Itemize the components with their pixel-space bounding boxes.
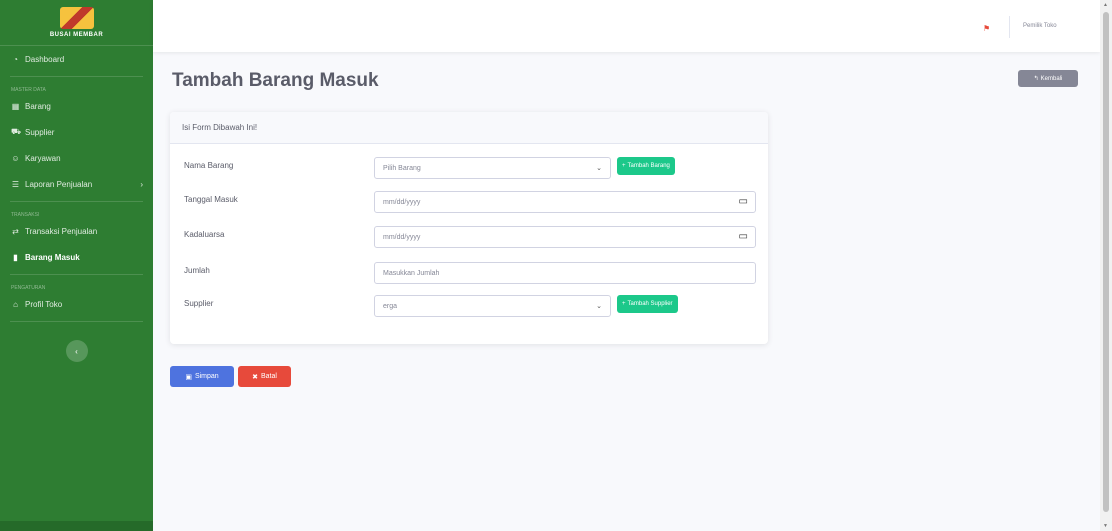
- sidebar: BUSAI MEMBAR ◔ Dashboard MASTER DATA ▦ B…: [0, 0, 153, 531]
- kadaluarsa-input[interactable]: mm/dd/yyyy ▭: [374, 226, 756, 248]
- sidebar-divider: [10, 321, 143, 322]
- supplier-value: erga: [383, 302, 398, 310]
- scrollbar-thumb[interactable]: [1103, 12, 1109, 512]
- sidebar-item-label: Supplier: [25, 127, 55, 137]
- scroll-down-icon[interactable]: ▼: [1103, 523, 1108, 529]
- form-card: Isi Form Dibawah Ini! Nama Barang Pilih …: [170, 112, 768, 344]
- exchange-icon: ⇄: [12, 226, 19, 236]
- user-name[interactable]: Pemilik Toko: [1023, 23, 1057, 29]
- sidebar-item-label: Karyawan: [25, 153, 61, 163]
- supplier-label: Supplier: [184, 299, 214, 308]
- box-icon: ▦: [11, 101, 20, 111]
- sidebar-item-transaksi-penjualan[interactable]: ⇄ Transaksi Penjualan: [0, 218, 153, 244]
- kadaluarsa-placeholder: mm/dd/yyyy: [383, 233, 421, 241]
- sidebar-item-label: Transaksi Penjualan: [25, 226, 98, 236]
- form-row-supplier: Supplier erga ⌄ + Tambah Supplier: [170, 295, 768, 321]
- back-button[interactable]: ↰ Kembali: [1018, 70, 1078, 87]
- save-button-label: Simpan: [194, 373, 219, 380]
- chevron-down-icon: ⌄: [596, 303, 602, 310]
- sidebar-item-barang[interactable]: ▦ Barang: [0, 93, 153, 119]
- sidebar-divider: [10, 76, 143, 77]
- sidebar-item-label: Barang Masuk: [25, 252, 80, 262]
- form-row-tanggal-masuk: Tanggal Masuk mm/dd/yyyy ▭: [170, 191, 768, 217]
- sidebar-item-dashboard[interactable]: ◔ Dashboard: [0, 46, 153, 72]
- nama-barang-value: Pilih Barang: [383, 164, 421, 172]
- brand[interactable]: BUSAI MEMBAR: [0, 0, 153, 46]
- jumlah-input[interactable]: Masukkan Jumlah: [374, 262, 756, 284]
- add-supplier-button[interactable]: + Tambah Supplier: [617, 295, 678, 313]
- form-row-jumlah: Jumlah Masukkan Jumlah: [170, 262, 768, 288]
- save-icon: ▣: [185, 373, 192, 381]
- topbar: ⚑ Pemilik Toko: [153, 0, 1100, 52]
- supplier-select[interactable]: erga ⌄: [374, 295, 611, 317]
- kadaluarsa-label: Kadaluarsa: [184, 230, 225, 239]
- sidebar-heading-pengaturan: PENGATURAN: [11, 285, 46, 291]
- sidebar-item-label: Barang: [25, 101, 51, 111]
- form-card-header: Isi Form Dibawah Ini!: [170, 112, 768, 144]
- chevron-right-icon: ›: [140, 179, 143, 189]
- tanggal-masuk-input[interactable]: mm/dd/yyyy ▭: [374, 191, 756, 213]
- dashboard-icon: ◔: [13, 54, 18, 64]
- cancel-button[interactable]: ✖ Batal: [238, 366, 291, 387]
- topbar-divider: [1009, 16, 1010, 38]
- scrollbar[interactable]: ▲ ▼: [1100, 0, 1112, 531]
- chevron-left-icon: ‹: [75, 346, 78, 356]
- sidebar-item-barang-masuk[interactable]: ▮ Barang Masuk: [0, 244, 153, 270]
- brand-name: BUSAI MEMBAR: [49, 32, 104, 38]
- save-button[interactable]: ▣ Simpan: [170, 366, 234, 387]
- scroll-up-icon[interactable]: ▲: [1103, 2, 1108, 8]
- jumlah-label: Jumlah: [184, 266, 210, 275]
- page-title: Tambah Barang Masuk: [172, 70, 379, 91]
- form-row-kadaluarsa: Kadaluarsa mm/dd/yyyy ▭: [170, 226, 768, 252]
- form-row-nama-barang: Nama Barang Pilih Barang ⌄ + Tambah Bara…: [170, 157, 768, 183]
- sidebar-heading-transaksi: TRANSAKSI: [11, 212, 40, 218]
- inbox-icon: ▮: [13, 252, 18, 262]
- calendar-icon[interactable]: ▭: [739, 231, 748, 242]
- nama-barang-label: Nama Barang: [184, 161, 234, 170]
- truck-icon: ⛟: [11, 127, 22, 136]
- sidebar-item-label: Profil Toko: [25, 299, 63, 309]
- report-icon: ☰: [11, 179, 20, 189]
- plus-icon: +: [622, 301, 626, 307]
- back-arrow-icon: ↰: [1033, 76, 1039, 82]
- sidebar-divider: [10, 274, 143, 275]
- plus-icon: +: [622, 163, 626, 169]
- sidebar-heading-master-data: MASTER DATA: [11, 87, 46, 93]
- sidebar-item-laporan-penjualan[interactable]: ☰ Laporan Penjualan ›: [0, 171, 153, 197]
- sidebar-footer: [0, 521, 153, 531]
- nama-barang-select[interactable]: Pilih Barang ⌄: [374, 157, 611, 179]
- flag-icon[interactable]: ⚑: [983, 24, 995, 33]
- sidebar-item-supplier[interactable]: ⛟ Supplier: [0, 119, 153, 145]
- back-button-label: Kembali: [1040, 75, 1063, 82]
- user-icon: ☺: [11, 153, 20, 163]
- close-icon: ✖: [252, 373, 258, 381]
- brand-logo: [59, 7, 94, 29]
- cancel-button-label: Batal: [260, 373, 277, 380]
- calendar-icon[interactable]: ▭: [739, 196, 748, 207]
- sidebar-item-label: Laporan Penjualan: [25, 179, 93, 189]
- store-icon: ⌂: [13, 299, 18, 309]
- sidebar-divider: [10, 201, 143, 202]
- sidebar-item-label: Dashboard: [25, 54, 65, 64]
- chevron-down-icon: ⌄: [596, 165, 602, 172]
- sidebar-item-profil-toko[interactable]: ⌂ Profil Toko: [0, 291, 153, 317]
- add-supplier-label: Tambah Supplier: [627, 301, 673, 307]
- jumlah-placeholder: Masukkan Jumlah: [383, 269, 440, 277]
- sidebar-toggle-button[interactable]: ‹: [65, 340, 88, 362]
- add-barang-label: Tambah Barang: [627, 163, 670, 169]
- tanggal-masuk-label: Tanggal Masuk: [184, 195, 238, 204]
- add-barang-button[interactable]: + Tambah Barang: [617, 157, 675, 175]
- sidebar-item-karyawan[interactable]: ☺ Karyawan: [0, 145, 153, 171]
- tanggal-masuk-placeholder: mm/dd/yyyy: [383, 198, 421, 206]
